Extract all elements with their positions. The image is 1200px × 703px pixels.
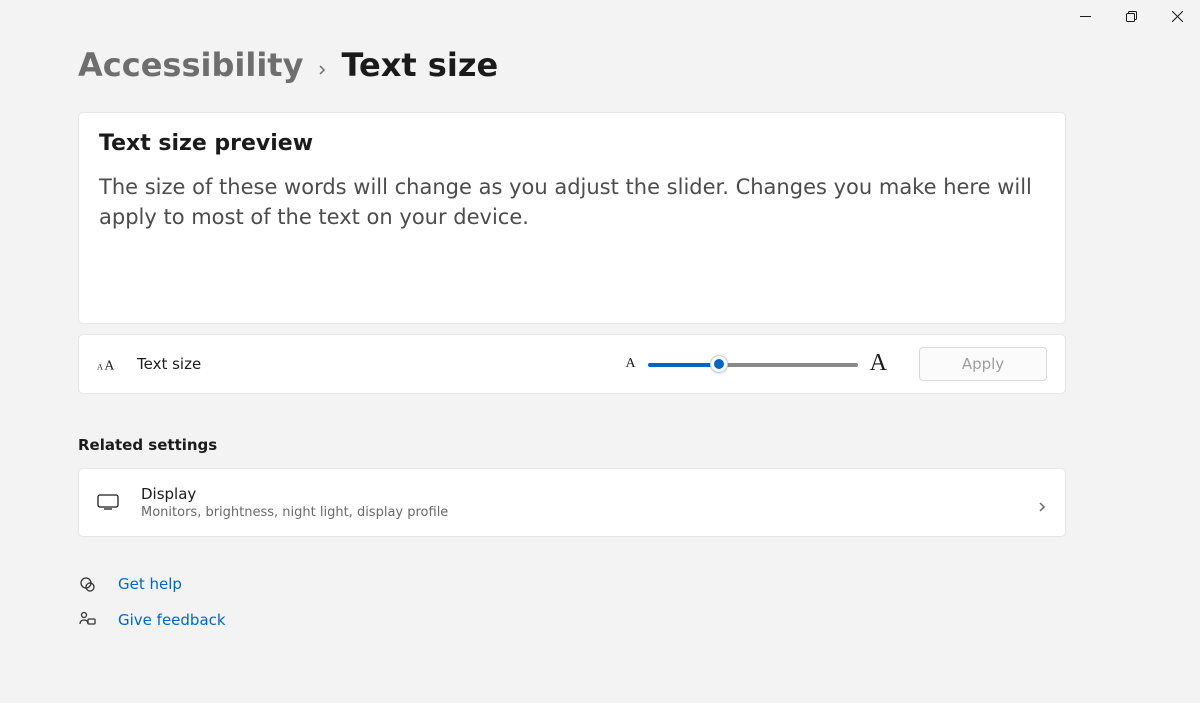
svg-text:A: A: [104, 357, 114, 372]
slider-max-glyph: A: [870, 350, 887, 377]
related-display-text: Display Monitors, brightness, night ligh…: [141, 485, 448, 520]
slider-min-glyph: A: [626, 356, 636, 372]
related-display-title: Display: [141, 485, 448, 503]
text-size-row: A A Text size A A Apply: [78, 334, 1066, 394]
chevron-right-icon: [1037, 497, 1047, 507]
preview-title: Text size preview: [99, 131, 1045, 156]
related-display-row[interactable]: Display Monitors, brightness, night ligh…: [78, 468, 1066, 537]
text-size-preview-card: Text size preview The size of these word…: [78, 112, 1066, 324]
text-size-slider-group: A A: [626, 350, 887, 377]
maximize-button[interactable]: [1108, 0, 1154, 32]
get-help-link[interactable]: Get help: [78, 575, 1066, 593]
page-title: Text size: [341, 46, 498, 84]
slider-thumb[interactable]: [710, 355, 728, 373]
help-icon: [78, 575, 96, 593]
apply-button[interactable]: Apply: [919, 347, 1047, 381]
text-size-icon: A A: [97, 356, 119, 372]
chevron-right-icon: [317, 60, 327, 70]
preview-body: The size of these words will change as y…: [99, 172, 1045, 233]
breadcrumb-parent[interactable]: Accessibility: [78, 46, 303, 84]
text-size-slider[interactable]: [648, 354, 858, 374]
get-help-label: Get help: [118, 575, 182, 593]
breadcrumb: Accessibility Text size: [78, 46, 1066, 84]
related-display-subtitle: Monitors, brightness, night light, displ…: [141, 505, 448, 520]
text-size-label: Text size: [137, 355, 201, 373]
slider-track-filled: [648, 363, 719, 367]
help-links: Get help Give feedback: [78, 575, 1066, 629]
give-feedback-link[interactable]: Give feedback: [78, 611, 1066, 629]
minimize-button[interactable]: [1062, 0, 1108, 32]
feedback-icon: [78, 611, 96, 629]
display-icon: [97, 494, 119, 510]
close-button[interactable]: [1154, 0, 1200, 32]
window-controls: [1062, 0, 1200, 32]
slider-track-remaining: [719, 363, 858, 367]
give-feedback-label: Give feedback: [118, 611, 226, 629]
related-settings-heading: Related settings: [78, 436, 1066, 454]
svg-text:A: A: [97, 362, 103, 371]
